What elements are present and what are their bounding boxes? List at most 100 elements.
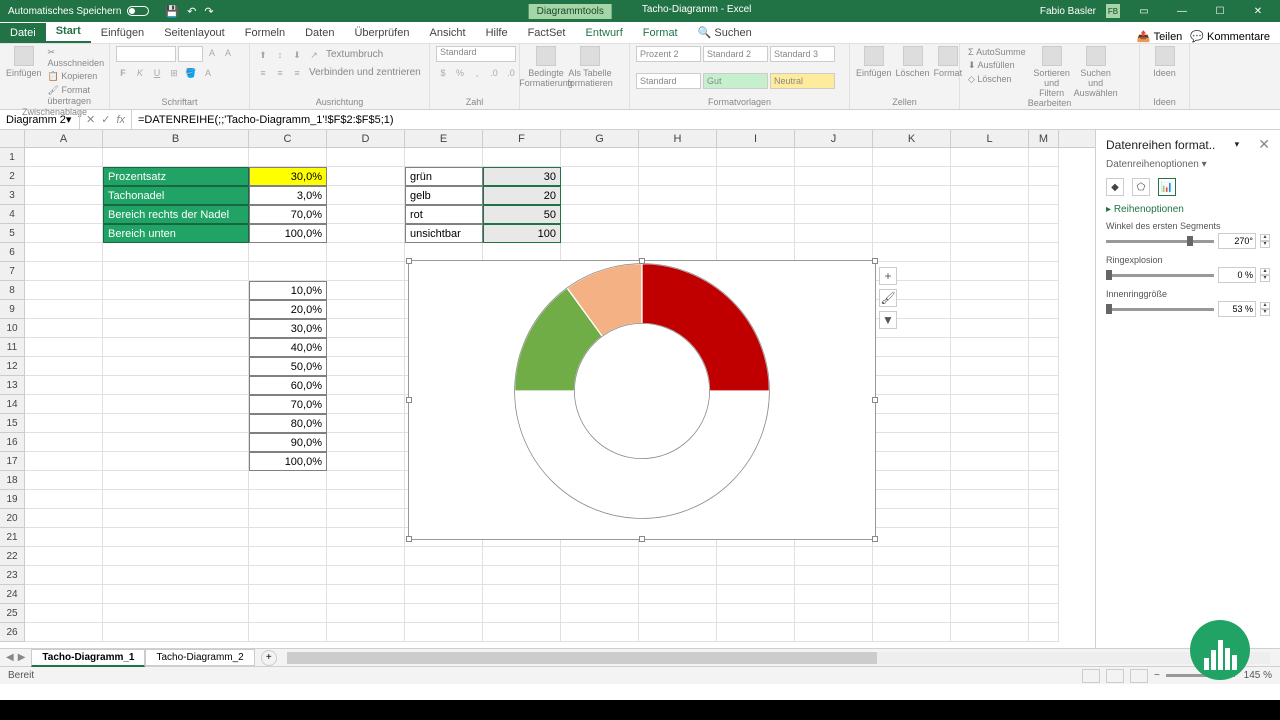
cell[interactable] [327,262,405,281]
row-header[interactable]: 14 [0,395,25,414]
col-header[interactable]: K [873,130,951,147]
cell[interactable]: 50 [483,205,561,224]
cell[interactable] [795,623,873,642]
cell[interactable] [639,604,717,623]
cell[interactable]: 30,0% [249,167,327,186]
cell[interactable] [327,281,405,300]
cell[interactable] [25,262,103,281]
cell[interactable]: Prozentsatz [103,167,249,186]
cell[interactable] [873,376,951,395]
cell[interactable]: 100,0% [249,224,327,243]
style-prozent2[interactable]: Prozent 2 [636,46,701,62]
cell[interactable] [249,509,327,528]
cell[interactable] [1029,471,1059,490]
row-header[interactable]: 23 [0,566,25,585]
col-header[interactable]: A [25,130,103,147]
cell[interactable] [1029,357,1059,376]
cell[interactable] [327,623,405,642]
cell[interactable] [103,395,249,414]
normal-view-button[interactable] [1082,669,1100,683]
cell[interactable] [639,224,717,243]
cell[interactable] [25,224,103,243]
col-header[interactable]: M [1029,130,1059,147]
cut-button[interactable]: ✂ Ausschneiden [46,46,107,69]
cell[interactable] [103,357,249,376]
cell[interactable] [795,167,873,186]
maximize-icon[interactable]: ☐ [1206,0,1234,22]
cell[interactable]: unsichtbar [405,224,483,243]
cell[interactable] [795,224,873,243]
resize-handle[interactable] [872,536,878,542]
cell[interactable] [1029,604,1059,623]
sheet-tab-2[interactable]: Tacho-Diagramm_2 [145,649,254,666]
cell[interactable] [25,585,103,604]
resize-handle[interactable] [406,258,412,264]
row-header[interactable]: 11 [0,338,25,357]
resize-handle[interactable] [639,536,645,542]
cell[interactable] [327,167,405,186]
cell[interactable] [103,300,249,319]
cell[interactable] [951,433,1029,452]
series-options-icon[interactable]: 📊 [1158,178,1176,196]
explosion-slider[interactable] [1106,274,1214,277]
cell[interactable] [873,509,951,528]
cell[interactable] [639,167,717,186]
toggle-switch[interactable] [127,6,149,16]
col-header[interactable]: G [561,130,639,147]
cell[interactable] [25,376,103,395]
cell[interactable] [1029,319,1059,338]
cell[interactable] [483,566,561,585]
cell[interactable] [717,547,795,566]
fill-line-icon[interactable]: ◆ [1106,178,1124,196]
cell[interactable] [25,547,103,566]
percent-icon[interactable]: % [453,66,467,80]
cell[interactable] [405,585,483,604]
cell[interactable] [873,604,951,623]
row-header[interactable]: 12 [0,357,25,376]
cell[interactable] [795,186,873,205]
row-header[interactable]: 25 [0,604,25,623]
cell[interactable] [639,585,717,604]
clear-button[interactable]: ◇ Löschen [966,73,1028,86]
cell[interactable] [951,395,1029,414]
zoom-out-button[interactable]: − [1154,670,1160,681]
cell[interactable] [25,300,103,319]
format-painter-button[interactable]: 🖌 Format übertragen [46,84,107,107]
cell[interactable]: 10,0% [249,281,327,300]
cell[interactable] [1029,186,1059,205]
cell[interactable] [1029,528,1059,547]
resize-handle[interactable] [406,536,412,542]
cell[interactable] [873,224,951,243]
cell[interactable] [873,186,951,205]
cell[interactable] [249,490,327,509]
cell[interactable] [951,623,1029,642]
cell[interactable] [103,262,249,281]
worksheet-grid[interactable]: A B C D E F G H I J K L M 12Prozentsatz3… [0,130,1095,648]
sheet-nav-next[interactable]: ▶ [18,652,26,663]
cell[interactable] [717,224,795,243]
cell[interactable] [1029,205,1059,224]
italic-button[interactable]: K [133,66,147,80]
cell[interactable] [103,452,249,471]
cell[interactable] [25,452,103,471]
cell[interactable] [873,338,951,357]
cell[interactable] [951,509,1029,528]
cell[interactable] [25,509,103,528]
cell[interactable] [795,585,873,604]
page-layout-view-button[interactable] [1106,669,1124,683]
cell[interactable] [103,319,249,338]
cell[interactable]: 20,0% [249,300,327,319]
cell[interactable] [249,148,327,167]
row-header[interactable]: 21 [0,528,25,547]
cell[interactable] [873,490,951,509]
save-icon[interactable]: 💾 [165,5,179,18]
cell[interactable] [327,205,405,224]
cell[interactable] [327,604,405,623]
cell[interactable]: Tachonadel [103,186,249,205]
cell[interactable] [951,243,1029,262]
cell[interactable] [103,414,249,433]
cell[interactable] [1029,414,1059,433]
cell[interactable] [249,623,327,642]
panel-options-dropdown[interactable]: Datenreihenoptionen ▾ [1106,159,1270,170]
page-break-view-button[interactable] [1130,669,1148,683]
